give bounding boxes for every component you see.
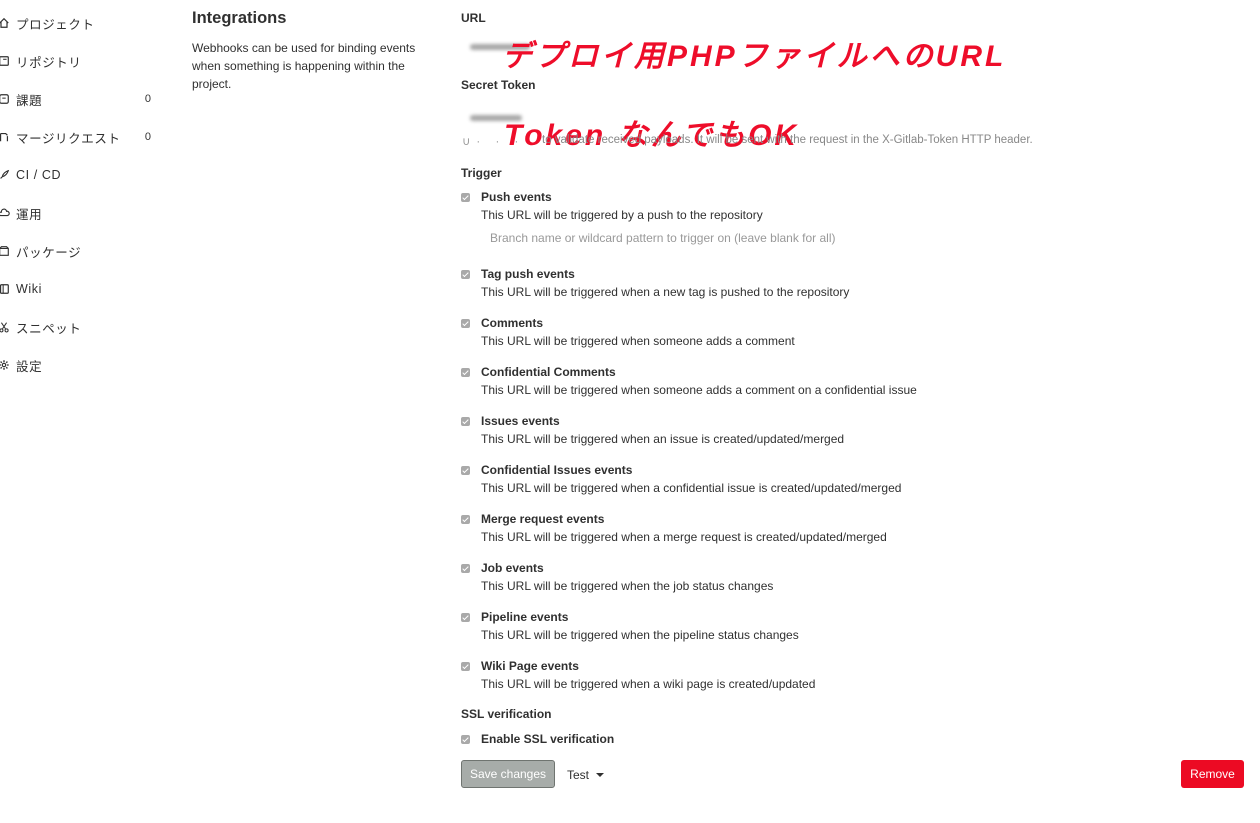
comments-checkbox[interactable] <box>461 319 470 328</box>
sidebar-item-project[interactable]: プロジェクト <box>0 13 160 33</box>
gear-icon <box>0 358 10 372</box>
url-annotation: デプロイ用PHPファイルへのURL <box>502 40 1007 73</box>
job-events-checkbox[interactable] <box>461 564 470 573</box>
sidebar-item-wiki[interactable]: Wiki <box>0 279 160 299</box>
trigger-title: Tag push events <box>481 267 575 281</box>
sidebar-item-settings[interactable]: 設定 <box>0 355 160 375</box>
repository-icon <box>0 54 10 68</box>
confidential-issues-events-checkbox[interactable] <box>461 466 470 475</box>
save-changes-button[interactable]: Save changes <box>461 760 555 788</box>
trigger-title: Confidential Comments <box>481 365 616 379</box>
package-icon <box>0 244 10 258</box>
caret-down-icon <box>596 773 605 777</box>
wiki-page-events-checkbox[interactable] <box>461 662 470 671</box>
sidebar-item-repository[interactable]: リポジトリ <box>0 51 160 71</box>
integrations-description: Webhooks can be used for binding events … <box>192 41 416 91</box>
trigger-title: Pipeline events <box>481 610 569 624</box>
trigger-description: This URL will be triggered when someone … <box>481 334 795 348</box>
merge-request-events-checkbox[interactable] <box>461 515 470 524</box>
sidebar-item-issues[interactable]: 課題 0 <box>0 89 160 109</box>
tag-push-events-checkbox[interactable] <box>461 270 470 279</box>
ssl-verification-title: Enable SSL verification <box>481 732 615 746</box>
home-icon <box>0 16 10 30</box>
trigger-description: This URL will be triggered when the pipe… <box>481 628 799 642</box>
trigger-description: This URL will be triggered when a confid… <box>481 481 902 495</box>
trigger-title: Push events <box>481 190 552 204</box>
trigger-title: Comments <box>481 316 544 330</box>
trigger-title: Issues events <box>481 414 560 428</box>
cloud-icon <box>0 206 10 220</box>
issues-events-checkbox[interactable] <box>461 417 470 426</box>
sidebar-item-operations[interactable]: 運用 <box>0 203 160 223</box>
trigger-description: This URL will be triggered when the job … <box>481 579 774 593</box>
sidebar-item-label: リポジトリ <box>16 55 82 70</box>
sidebar-item-label: CI / CD <box>16 168 62 182</box>
issues-icon <box>0 92 10 106</box>
secret-token-label: Secret Token <box>461 78 536 92</box>
trigger-title: Job events <box>481 561 544 575</box>
sidebar-item-label: マージリクエスト <box>16 131 121 146</box>
trigger-description: This URL will be triggered when a wiki p… <box>481 677 816 691</box>
sidebar: プロジェクト リポジトリ 課題 0 マージリクエスト 0 CI / CD 運用 <box>0 0 170 823</box>
token-help-text: to validate received payloads. It will b… <box>542 134 1033 146</box>
issues-count-badge: 0 <box>144 93 151 105</box>
branch-filter-input[interactable] <box>480 227 960 249</box>
confidential-comments-checkbox[interactable] <box>461 368 470 377</box>
sidebar-item-label: Wiki <box>16 282 43 296</box>
book-icon <box>0 282 10 296</box>
sidebar-item-label: 課題 <box>16 93 43 108</box>
ssl-verification-checkbox[interactable] <box>461 735 470 744</box>
ssl-verification-label: SSL verification <box>461 707 552 721</box>
url-label: URL <box>461 11 486 25</box>
test-button-label: Test <box>567 768 590 782</box>
pipeline-events-checkbox[interactable] <box>461 613 470 622</box>
rocket-icon <box>0 168 10 182</box>
merge-request-icon <box>0 130 10 144</box>
trigger-description: This URL will be triggered when someone … <box>481 383 917 397</box>
trigger-description: This URL will be triggered by a push to … <box>481 208 763 222</box>
trigger-title: Confidential Issues events <box>481 463 633 477</box>
merge-requests-count-badge: 0 <box>144 131 151 143</box>
trigger-description: This URL will be triggered when an issue… <box>481 432 845 446</box>
remove-button[interactable]: Remove <box>1181 760 1244 788</box>
sidebar-item-label: スニペット <box>16 321 82 336</box>
sidebar-item-label: プロジェクト <box>16 17 95 32</box>
trigger-title: Wiki Page events <box>481 659 579 673</box>
push-events-checkbox[interactable] <box>461 193 470 202</box>
trigger-label: Trigger <box>461 166 502 180</box>
trigger-title: Merge request events <box>481 512 605 526</box>
sidebar-item-packages[interactable]: パッケージ <box>0 241 160 261</box>
sidebar-item-label: 設定 <box>16 359 43 374</box>
sidebar-item-merge-requests[interactable]: マージリクエスト 0 <box>0 127 160 147</box>
token-help-prefix: ∪· · · <box>462 136 525 148</box>
token-annotation: Token なんでもOK <box>504 119 800 152</box>
sidebar-item-label: パッケージ <box>16 245 82 260</box>
sidebar-item-ci-cd[interactable]: CI / CD <box>0 165 160 185</box>
scissors-icon <box>0 320 10 334</box>
trigger-description: This URL will be triggered when a new ta… <box>481 285 850 299</box>
test-dropdown-button[interactable]: Test <box>567 766 605 784</box>
sidebar-item-snippets[interactable]: スニペット <box>0 317 160 337</box>
trigger-description: This URL will be triggered when a merge … <box>481 530 887 544</box>
integrations-title: Integrations <box>192 9 287 27</box>
sidebar-item-label: 運用 <box>16 207 43 222</box>
